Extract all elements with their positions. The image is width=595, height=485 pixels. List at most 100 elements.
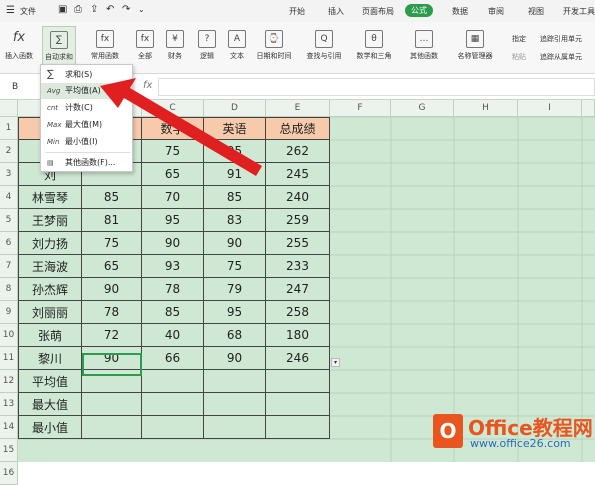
row-header[interactable]: 3 — [0, 163, 18, 186]
text-button[interactable]: A 文本 — [220, 26, 254, 70]
table-cell[interactable] — [82, 393, 142, 416]
row-header[interactable]: 4 — [0, 186, 18, 209]
row-header[interactable]: 15 — [0, 439, 18, 462]
table-cell[interactable]: 93 — [142, 255, 204, 278]
table-cell[interactable]: 王梦丽 — [18, 209, 82, 232]
row-header[interactable]: 1 — [0, 117, 18, 140]
column-header-c[interactable]: C — [142, 100, 204, 117]
menu-item-max[interactable]: Max 最大值(M) — [41, 117, 132, 133]
table-cell[interactable]: 85 — [82, 186, 142, 209]
tab-home[interactable]: 开始 — [289, 6, 305, 17]
tab-view[interactable]: 视图 — [528, 6, 544, 17]
table-cell[interactable]: 66 — [142, 347, 204, 370]
table-cell[interactable]: 75 — [142, 140, 204, 163]
table-cell[interactable]: 85 — [204, 186, 266, 209]
table-cell[interactable]: 245 — [266, 163, 330, 186]
row-header[interactable]: 12 — [0, 370, 18, 393]
finance-button[interactable]: ¥ 财务 — [158, 26, 192, 70]
print-icon[interactable]: ⎙ — [74, 4, 82, 15]
table-cell[interactable]: 78 — [142, 278, 204, 301]
table-cell[interactable] — [204, 416, 266, 439]
table-header-cell[interactable]: 总成绩 — [266, 117, 330, 140]
table-cell[interactable]: 79 — [204, 278, 266, 301]
all-functions-button[interactable]: fx 全部 — [128, 26, 162, 70]
table-cell[interactable]: 258 — [266, 301, 330, 324]
table-cell[interactable]: 240 — [266, 186, 330, 209]
autofill-option-icon[interactable]: ▾ — [331, 358, 340, 367]
table-cell[interactable]: 95 — [204, 140, 266, 163]
table-cell[interactable]: 张萌 — [18, 324, 82, 347]
column-header-h[interactable]: H — [454, 100, 518, 117]
column-header[interactable] — [0, 100, 18, 117]
table-cell[interactable]: 246 — [266, 347, 330, 370]
selected-cell[interactable] — [82, 353, 142, 376]
table-cell[interactable] — [204, 393, 266, 416]
other-functions-button[interactable]: … 其他函数 — [402, 26, 446, 70]
table-cell[interactable] — [142, 416, 204, 439]
table-cell[interactable]: 刘力扬 — [18, 232, 82, 255]
table-cell[interactable] — [266, 393, 330, 416]
tab-developer[interactable]: 开发工具 — [563, 6, 595, 17]
dropdown-icon[interactable]: ⌄ — [138, 5, 145, 14]
specify-button[interactable]: 指定 — [512, 34, 526, 44]
menu-item-sum[interactable]: ∑ 求和(S) — [41, 67, 132, 83]
datetime-button[interactable]: ⌚ 日期和时间 — [252, 26, 296, 70]
table-cell[interactable]: 85 — [142, 301, 204, 324]
redo-icon[interactable]: ↷ — [122, 4, 130, 15]
table-cell[interactable]: 262 — [266, 140, 330, 163]
row-header[interactable]: 14 — [0, 416, 18, 439]
row-header[interactable]: 7 — [0, 255, 18, 278]
tab-review[interactable]: 审阅 — [488, 6, 504, 17]
table-cell[interactable]: 95 — [204, 301, 266, 324]
table-cell[interactable]: 65 — [142, 163, 204, 186]
export-icon[interactable]: ⇪ — [90, 4, 98, 15]
logic-button[interactable]: ? 逻辑 — [190, 26, 224, 70]
table-cell[interactable]: 72 — [82, 324, 142, 347]
table-cell[interactable] — [204, 370, 266, 393]
table-cell[interactable]: 75 — [204, 255, 266, 278]
table-cell[interactable]: 81 — [82, 209, 142, 232]
table-header-cell[interactable]: 英语 — [204, 117, 266, 140]
table-header-cell[interactable]: 数学 — [142, 117, 204, 140]
table-cell[interactable]: 王海波 — [18, 255, 82, 278]
table-cell[interactable]: 233 — [266, 255, 330, 278]
column-header-d[interactable]: D — [204, 100, 266, 117]
table-cell[interactable]: 91 — [204, 163, 266, 186]
paste-button[interactable]: 粘贴 — [512, 52, 526, 62]
row-header[interactable]: 8 — [0, 278, 18, 301]
table-cell[interactable] — [142, 393, 204, 416]
row-header[interactable]: 11 — [0, 347, 18, 370]
row-header[interactable]: 2 — [0, 140, 18, 163]
table-cell[interactable]: 黎川 — [18, 347, 82, 370]
table-cell[interactable]: 40 — [142, 324, 204, 347]
save-icon[interactable]: ▣ — [58, 4, 67, 15]
lookup-button[interactable]: Q 查找与引用 — [300, 26, 348, 70]
table-cell[interactable]: 最小值 — [18, 416, 82, 439]
row-header[interactable]: 13 — [0, 393, 18, 416]
menu-item-min[interactable]: Min 最小值(I) — [41, 134, 132, 150]
table-cell[interactable]: 180 — [266, 324, 330, 347]
table-cell[interactable]: 90 — [204, 347, 266, 370]
row-header[interactable]: 16 — [0, 462, 18, 485]
trace-precedents-button[interactable]: 追踪引用单元 — [540, 34, 582, 44]
table-cell[interactable]: 刘丽丽 — [18, 301, 82, 324]
fx-icon[interactable]: fx — [143, 80, 152, 91]
table-cell[interactable]: 孙杰辉 — [18, 278, 82, 301]
table-cell[interactable]: 最大值 — [18, 393, 82, 416]
table-cell[interactable]: 林雪琴 — [18, 186, 82, 209]
tab-insert[interactable]: 插入 — [328, 6, 344, 17]
menu-icon[interactable]: ☰ — [6, 5, 15, 16]
table-cell[interactable]: 95 — [142, 209, 204, 232]
column-header-g[interactable]: G — [391, 100, 454, 117]
menu-item-count[interactable]: cnt 计数(C) — [41, 100, 132, 116]
table-cell[interactable]: 65 — [82, 255, 142, 278]
table-cell[interactable]: 70 — [142, 186, 204, 209]
table-cell[interactable] — [142, 370, 204, 393]
table-cell[interactable] — [82, 416, 142, 439]
name-box[interactable]: B — [12, 82, 18, 92]
table-cell[interactable]: 247 — [266, 278, 330, 301]
table-cell[interactable]: 90 — [142, 232, 204, 255]
insert-function-button[interactable]: fx 插入函数 — [2, 26, 36, 70]
row-header[interactable]: 10 — [0, 324, 18, 347]
table-cell[interactable]: 255 — [266, 232, 330, 255]
